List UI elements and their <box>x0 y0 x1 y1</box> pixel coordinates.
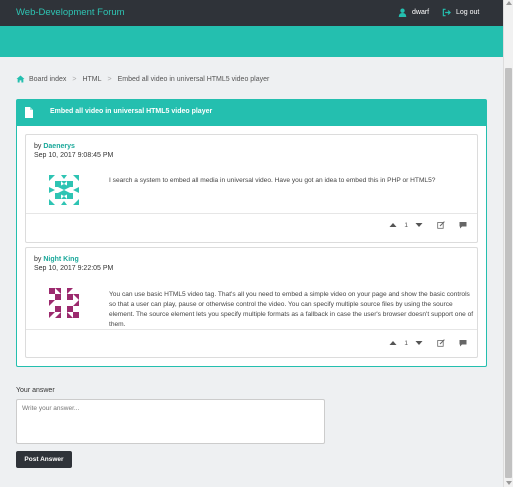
scroll-down-arrow-icon[interactable] <box>506 481 512 485</box>
post: by Daenerys Sep 10, 2017 9:08:45 PM I se… <box>25 134 478 243</box>
post-author[interactable]: Night King <box>43 256 78 263</box>
logout-label: Log out <box>456 9 480 16</box>
avatar <box>49 175 79 205</box>
upvote-icon[interactable] <box>389 221 397 229</box>
topic-title: Embed all video in universal HTML5 video… <box>50 108 213 115</box>
post-body: You can use basic HTML5 video tag. That'… <box>109 291 474 328</box>
user-icon <box>398 8 407 17</box>
post-actions: 1 <box>389 221 467 229</box>
home-icon <box>16 75 25 83</box>
post-author-line: by Daenerys <box>34 143 75 150</box>
post-date: Sep 10, 2017 9:22:05 PM <box>34 265 114 272</box>
breadcrumb: Board index > HTML > Embed all video in … <box>16 75 269 83</box>
scrollbar-thumb[interactable] <box>505 68 512 478</box>
topic-header: Embed all video in universal HTML5 video… <box>17 100 486 126</box>
edit-icon[interactable] <box>437 221 445 229</box>
downvote-icon[interactable] <box>415 221 423 229</box>
post-divider <box>26 213 477 214</box>
by-prefix: by <box>34 256 42 263</box>
vertical-scrollbar[interactable] <box>503 0 513 487</box>
breadcrumb-topic[interactable]: Embed all video in universal HTML5 video… <box>118 76 270 83</box>
post-answer-button[interactable]: Post Answer <box>16 451 72 468</box>
breadcrumb-separator: > <box>72 75 77 83</box>
logout-link[interactable]: Log out <box>442 8 479 17</box>
header-band <box>0 26 503 57</box>
breadcrumb-html[interactable]: HTML <box>82 76 101 83</box>
top-navbar: Web-Development Forum dwarf Log out <box>0 0 503 26</box>
avatar <box>49 288 79 318</box>
user-menu[interactable]: dwarf <box>398 8 429 17</box>
upvote-icon[interactable] <box>389 339 397 347</box>
post-divider <box>26 329 477 330</box>
document-icon <box>25 107 33 118</box>
logout-icon <box>442 8 451 17</box>
downvote-icon[interactable] <box>415 339 423 347</box>
vote-count: 1 <box>404 339 408 347</box>
post-date: Sep 10, 2017 9:08:45 PM <box>34 152 114 159</box>
breadcrumb-board-index[interactable]: Board index <box>29 76 66 83</box>
breadcrumb-separator: > <box>107 75 112 83</box>
post: by Night King Sep 10, 2017 9:22:05 PM Yo… <box>25 247 478 358</box>
user-name: dwarf <box>412 9 430 16</box>
comment-icon[interactable] <box>459 339 467 347</box>
post-author[interactable]: Daenerys <box>43 143 75 150</box>
answer-label: Your answer <box>16 387 55 394</box>
answer-textarea[interactable] <box>16 399 325 444</box>
topic-card: Embed all video in universal HTML5 video… <box>16 99 487 367</box>
scroll-up-arrow-icon[interactable] <box>506 1 512 5</box>
by-prefix: by <box>34 143 42 150</box>
brand-link[interactable]: Web-Development Forum <box>16 7 125 18</box>
edit-icon[interactable] <box>437 339 445 347</box>
post-actions: 1 <box>389 339 467 347</box>
comment-icon[interactable] <box>459 221 467 229</box>
vote-count: 1 <box>404 221 408 229</box>
post-author-line: by Night King <box>34 256 79 263</box>
post-body: I search a system to embed all media in … <box>109 177 436 184</box>
